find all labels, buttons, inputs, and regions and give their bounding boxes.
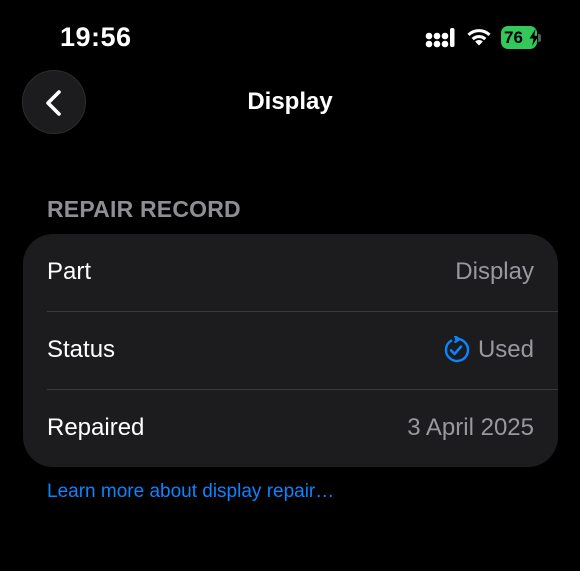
- circular-checkmark-icon: [444, 336, 470, 363]
- repair-record-card: Part Display Status Used Repaired 3 Apri…: [23, 234, 558, 467]
- row-label: Part: [47, 258, 92, 285]
- status-time: 19:56: [60, 22, 132, 52]
- wifi-icon: [465, 26, 493, 48]
- row-value: 3 April 2025: [407, 414, 534, 441]
- learn-more-link[interactable]: Learn more about display repair…: [47, 481, 334, 503]
- row-repaired: Repaired 3 April 2025: [23, 390, 558, 467]
- row-label: Repaired: [47, 414, 145, 441]
- row-value: Used: [477, 336, 534, 363]
- status-value: Used: [442, 334, 534, 366]
- battery-icon: 76: [501, 26, 541, 49]
- battery-tip: [538, 34, 541, 42]
- navigation-bar: Display: [0, 68, 580, 138]
- row-part: Part Display: [23, 234, 558, 311]
- row-label: Status: [47, 336, 116, 363]
- row-value: Display: [455, 258, 534, 285]
- section-header: REPAIR RECORD: [47, 196, 241, 222]
- signal-icon: [425, 27, 455, 49]
- status-bar: 19:56 76: [0, 0, 580, 76]
- row-status: Status Used: [23, 312, 558, 389]
- page-title: Display: [247, 88, 333, 115]
